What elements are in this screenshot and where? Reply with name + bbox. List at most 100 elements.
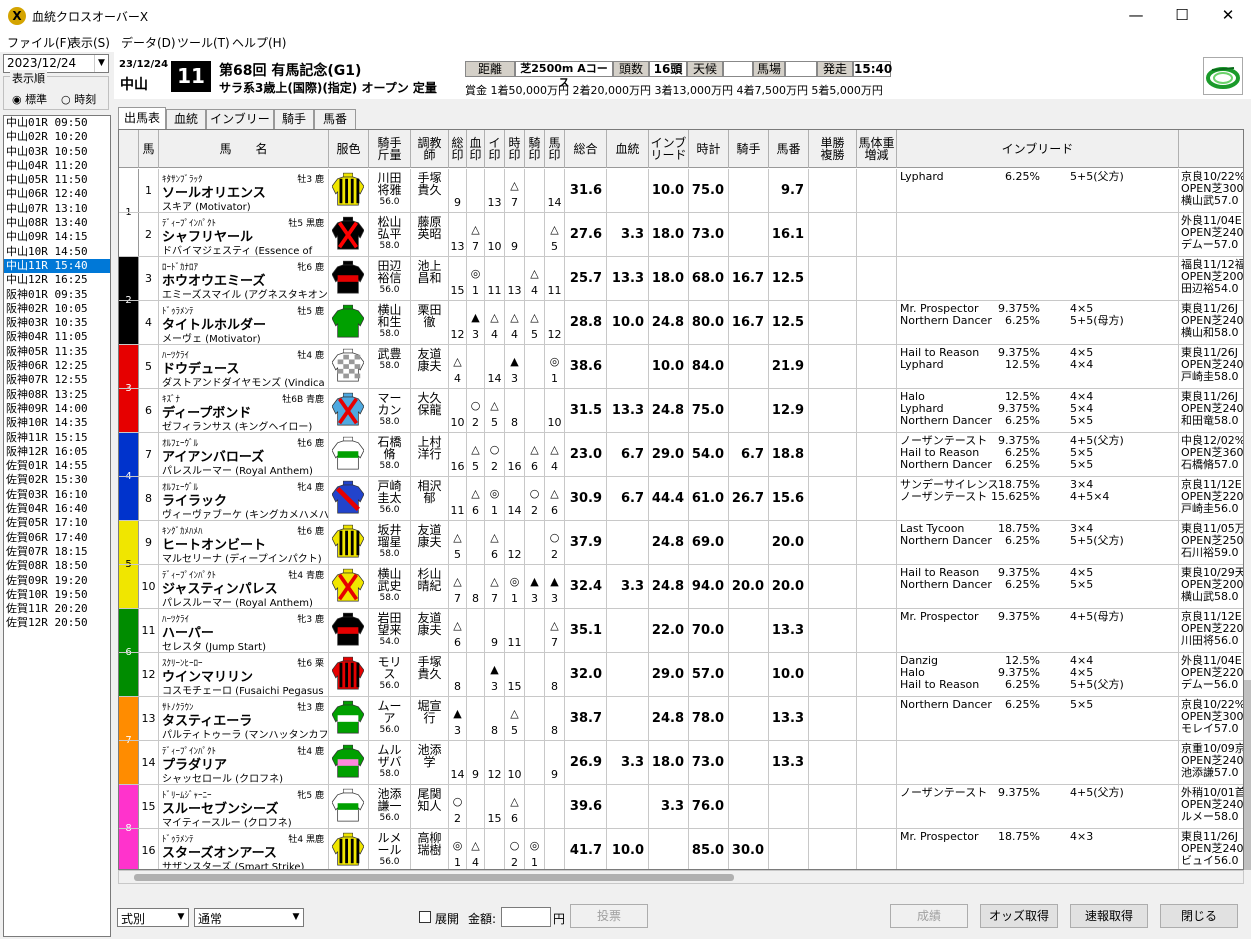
maximize-button[interactable]: ☐ <box>1159 0 1205 32</box>
race-list-item[interactable]: 阪神06R 12:25 <box>4 359 110 373</box>
race-list-item[interactable]: 阪神03R 10:35 <box>4 316 110 330</box>
table-row[interactable]: 6 ｷｽﾞﾅ 牡6B 青鹿 ディープボンド ゼフィランサス (キングヘイロー) マー カン… <box>119 389 1243 433</box>
race-list-item[interactable]: 阪神05R 11:35 <box>4 345 110 359</box>
table-row[interactable]: 10 ﾃﾞｨｰﾌﾟｲﾝﾊﾟｸﾄ 牡4 青鹿 ジャスティンパレス パレスルーマー (Roy… <box>119 565 1243 609</box>
menu-data[interactable]: データ(D) <box>121 34 176 51</box>
menu-view[interactable]: 表示(S) <box>69 34 110 51</box>
table-row[interactable]: 15 ﾄﾞﾘｰﾑｼﾞｬｰﾆｰ 牝5 鹿スルーセブンシーズ マイティースルー (クロフネ… <box>119 785 1243 829</box>
chevron-down-icon[interactable]: ▼ <box>94 55 108 72</box>
race-list-item[interactable]: 阪神08R 13:25 <box>4 388 110 402</box>
amount-input[interactable] <box>501 907 551 927</box>
vote-button[interactable]: 投票 <box>570 904 648 928</box>
radio-time[interactable]: ○ 時刻 <box>61 91 96 107</box>
table-row[interactable]: 14 ﾃﾞｨｰﾌﾟｲﾝﾊﾟｸﾄ 牡4 鹿プラダリア シャッセロール (クロフネ) ムル … <box>119 741 1243 785</box>
race-list-item[interactable]: 佐賀05R 17:10 <box>4 516 110 530</box>
race-list-item[interactable]: 佐賀09R 19:20 <box>4 574 110 588</box>
tab-pedigree[interactable]: 血統 <box>166 109 206 129</box>
column-header-name[interactable]: 馬 名 <box>159 130 329 168</box>
column-header-silk[interactable]: 服色 <box>329 130 369 168</box>
tab-jockey[interactable]: 騎手 <box>274 109 314 129</box>
table-row[interactable]: 2 ﾃﾞｨｰﾌﾟｲﾝﾊﾟｸﾄ 牡5 黒鹿 シャフリヤール ドバイマジェスティ (Esse… <box>119 213 1243 257</box>
column-header-m2[interactable]: 血 印 <box>467 130 485 168</box>
column-header-blood[interactable]: 血統 <box>607 130 649 168</box>
menu-help[interactable]: ヘルプ(H) <box>232 34 286 51</box>
race-list-item[interactable]: 中山01R 09:50 <box>4 116 110 130</box>
race-list-item[interactable]: 中山09R 14:15 <box>4 230 110 244</box>
race-list-item[interactable]: 阪神07R 12:55 <box>4 373 110 387</box>
table-row[interactable]: 8 ｵﾙﾌｪｰｳﾞﾙ 牝4 鹿ライラック ヴィーヴァブーケ (キングカメハメハ) 戸崎 … <box>119 477 1243 521</box>
race-list-item[interactable]: 佐賀03R 16:10 <box>4 488 110 502</box>
column-header-total[interactable]: 総合 <box>565 130 607 168</box>
race-list-item[interactable]: 中山08R 13:40 <box>4 216 110 230</box>
column-header-trainer[interactable]: 調教 師 <box>411 130 449 168</box>
race-list-item[interactable]: 阪神12R 16:05 <box>4 445 110 459</box>
table-row[interactable]: 11 ﾊｰﾂｸﾗｲ 牝3 鹿ハーパー セレスタ (Jump Start) 岩田 望来 54… <box>119 609 1243 653</box>
tab-inbreed[interactable]: インブリード <box>206 109 274 144</box>
table-row[interactable]: 1 ｷﾀｻﾝﾌﾞﾗｯｸ 牡3 鹿ソールオリエンス スキア (Motivator) 川田 … <box>119 169 1243 213</box>
race-list-item[interactable]: 中山12R 16:25 <box>4 273 110 287</box>
table-row[interactable]: 4 ﾄﾞｩﾗﾒﾝﾃ 牡5 鹿タイトルホルダー メーヴェ (Motivator) 横山 和… <box>119 301 1243 345</box>
minimize-button[interactable]: — <box>1113 0 1159 32</box>
mode-select[interactable]: 通常 ▼ <box>194 908 304 927</box>
race-list-item[interactable]: 阪神01R 09:35 <box>4 288 110 302</box>
chevron-down-icon[interactable]: ▼ <box>289 909 303 926</box>
race-list-item[interactable]: 中山02R 10:20 <box>4 130 110 144</box>
scroll-thumb[interactable] <box>134 874 734 881</box>
column-header-inb[interactable]: インブリード <box>897 130 1179 168</box>
column-header-m4[interactable]: 時 印 <box>505 130 525 168</box>
get-odds-button[interactable]: オッズ取得 <box>980 904 1058 928</box>
race-list-item[interactable]: 佐賀01R 14:55 <box>4 459 110 473</box>
race-list-item[interactable]: 中山05R 11:50 <box>4 173 110 187</box>
race-list-item[interactable]: 佐賀12R 20:50 <box>4 616 110 630</box>
column-header-m5[interactable]: 騎 印 <box>525 130 545 168</box>
table-row[interactable]: 12 ｽｸﾘｰﾝﾋｰﾛｰ 牡6 栗ウインマリリン コスモチェーロ (Fusaichi … <box>119 653 1243 697</box>
tab-umaban[interactable]: 馬番 <box>314 109 356 129</box>
column-header-m1[interactable]: 総 印 <box>449 130 467 168</box>
race-list-item[interactable]: 阪神09R 14:00 <box>4 402 110 416</box>
menu-tools[interactable]: ツール(T) <box>177 34 230 51</box>
close-button[interactable]: 閉じる <box>1160 904 1238 928</box>
race-list-item[interactable]: 佐賀04R 16:40 <box>4 502 110 516</box>
column-header-uma[interactable]: 馬番 <box>769 130 809 168</box>
column-header-odds[interactable]: 単勝 複勝 <box>809 130 857 168</box>
menu-file[interactable]: ファイル(F) <box>7 34 71 51</box>
expand-checkbox[interactable] <box>419 911 431 923</box>
column-header-prev[interactable] <box>1179 130 1243 168</box>
race-list-item[interactable]: 中山03R 10:50 <box>4 145 110 159</box>
race-list-item[interactable]: 中山11R 15:40 <box>4 258 110 274</box>
race-list-item[interactable]: 佐賀11R 20:20 <box>4 602 110 616</box>
radio-standard[interactable]: ◉ 標準 <box>12 91 47 107</box>
race-list-item[interactable]: 佐賀02R 15:30 <box>4 473 110 487</box>
race-list-item[interactable]: 阪神04R 11:05 <box>4 330 110 344</box>
race-list-item[interactable]: 佐賀08R 18:50 <box>4 559 110 573</box>
column-header-weight[interactable]: 馬体重 増減 <box>857 130 897 168</box>
column-header-m3[interactable]: イ 印 <box>485 130 505 168</box>
column-header-inbreed[interactable]: インブ リード <box>649 130 689 168</box>
get-quick-button[interactable]: 速報取得 <box>1070 904 1148 928</box>
tab-entries[interactable]: 出馬表 <box>118 107 166 129</box>
column-header-umaban[interactable]: 馬 <box>139 130 159 168</box>
race-list-item[interactable]: 阪神02R 10:05 <box>4 302 110 316</box>
race-list-item[interactable]: 中山04R 11:20 <box>4 159 110 173</box>
table-row[interactable]: 3 ﾛｰﾄﾞｶﾅﾛｱ 牝6 鹿ホウオウエミーズ エミーズスマイル (アグネスタキオン)… <box>119 257 1243 301</box>
race-list-item[interactable]: 阪神10R 14:35 <box>4 416 110 430</box>
column-header-time[interactable]: 時計 <box>689 130 729 168</box>
results-button[interactable]: 成績 <box>890 904 968 928</box>
chevron-down-icon[interactable]: ▼ <box>174 909 188 926</box>
bet-type-select[interactable]: 式別 ▼ <box>117 908 189 927</box>
horizontal-scrollbar[interactable] <box>118 870 1244 884</box>
race-list-item[interactable]: 中山10R 14:50 <box>4 245 110 259</box>
race-list-item[interactable]: 阪神11R 15:15 <box>4 431 110 445</box>
table-row[interactable]: 5 ﾊｰﾂｸﾗｲ 牡4 鹿ドウデュース ダストアンドダイヤモンズ (Vindica 武豊… <box>119 345 1243 389</box>
race-list-item[interactable]: 佐賀06R 17:40 <box>4 531 110 545</box>
close-window-button[interactable]: ✕ <box>1205 0 1251 32</box>
table-row[interactable]: 7 ｵﾙﾌｪｰｳﾞﾙ 牡6 鹿アイアンバローズ パレスルーマー (Royal Anth… <box>119 433 1243 477</box>
vertical-scrollbar[interactable] <box>1244 680 1251 870</box>
race-list-item[interactable]: 佐賀07R 18:15 <box>4 545 110 559</box>
entries-grid[interactable]: 馬馬 名服色 騎手 斤量 調教 師総 印血 印イ 印時 印騎 印馬 印総合 血統 インブ… <box>118 129 1244 870</box>
column-header-jockey[interactable]: 騎手 斤量 <box>369 130 411 168</box>
column-header-m6[interactable]: 馬 印 <box>545 130 565 168</box>
table-row[interactable]: 16 ﾄﾞｩﾗﾒﾝﾃ 牡4 黒鹿 スターズオンアース サザンスターズ (Smart St… <box>119 829 1243 869</box>
column-header-jk[interactable]: 騎手 <box>729 130 769 168</box>
race-list-item[interactable]: 中山06R 12:40 <box>4 187 110 201</box>
